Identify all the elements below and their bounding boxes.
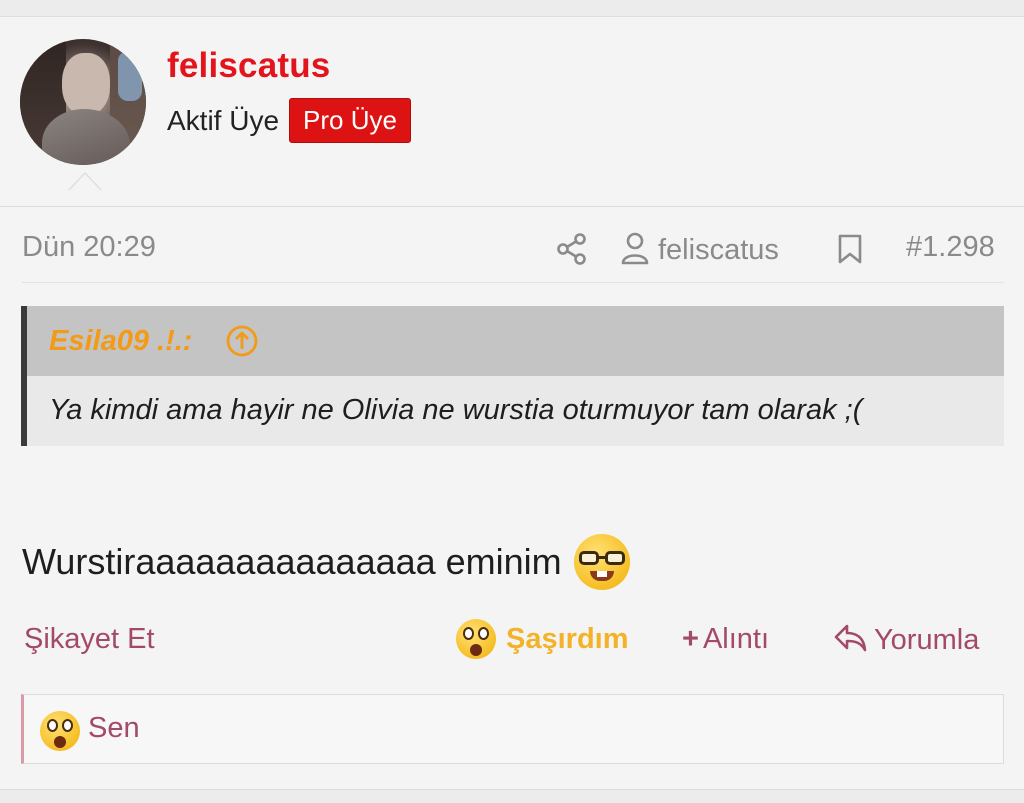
astonished-face-emoji	[40, 711, 80, 751]
post-author-link[interactable]: feliscatus	[620, 231, 779, 270]
post-message: Wurstiraaaaaaaaaaaaaaa eminim	[22, 534, 630, 590]
post-user-header: feliscatus Aktif Üye Pro Üye	[0, 17, 1024, 207]
quote-block: Esila09 .!.: Ya kimdi ama hayir ne Olivi…	[21, 306, 1004, 446]
divider	[22, 282, 1004, 283]
quote-text: Ya kimdi ama hayir ne Olivia ne wurstia …	[49, 394, 863, 426]
report-button[interactable]: Şikayet Et	[24, 623, 155, 656]
share-icon[interactable]	[556, 232, 588, 271]
post-author-name: feliscatus	[658, 234, 779, 266]
post-number-link[interactable]: #1.298	[906, 231, 995, 264]
reaction-label: Şaşırdım	[506, 622, 629, 655]
username-link[interactable]: feliscatus	[167, 46, 330, 86]
user-title: Aktif Üye	[167, 104, 280, 136]
user-title-row: Aktif Üye Pro Üye	[167, 98, 411, 143]
pro-member-badge: Pro Üye	[289, 98, 411, 143]
reply-button[interactable]: Yorumla	[832, 622, 979, 659]
quote-header: Esila09 .!.:	[27, 306, 1004, 376]
post-meta-bar: Dün 20:29	[0, 207, 1024, 283]
quote-button-label: Alıntı	[702, 623, 770, 655]
user-icon	[620, 231, 650, 270]
post-date[interactable]: Dün 20:29	[22, 231, 156, 264]
astonished-face-emoji	[456, 619, 496, 659]
avatar[interactable]	[20, 39, 146, 165]
quote-author-link[interactable]: Esila09 .!.:	[49, 325, 192, 358]
bottom-divider	[0, 789, 1024, 803]
top-divider	[0, 0, 1024, 17]
message-text: Wurstiraaaaaaaaaaaaaaa eminim	[22, 541, 562, 582]
reactions-summary[interactable]: Sen	[21, 694, 1004, 764]
reply-icon	[832, 622, 868, 659]
reaction-button[interactable]: Şaşırdım	[456, 619, 629, 659]
bookmark-icon[interactable]	[836, 233, 864, 270]
nerd-face-emoji	[573, 534, 630, 590]
post-actions: Şikayet Et Şaşırdım + Alıntı Yorumla	[0, 610, 1024, 670]
reactions-summary-label: Sen	[88, 712, 140, 744]
plus-icon: +	[682, 623, 699, 655]
reply-button-label: Yorumla	[874, 624, 980, 656]
arrow-up-circle-icon[interactable]	[225, 324, 259, 363]
quote-button[interactable]: + Alıntı	[682, 623, 769, 656]
